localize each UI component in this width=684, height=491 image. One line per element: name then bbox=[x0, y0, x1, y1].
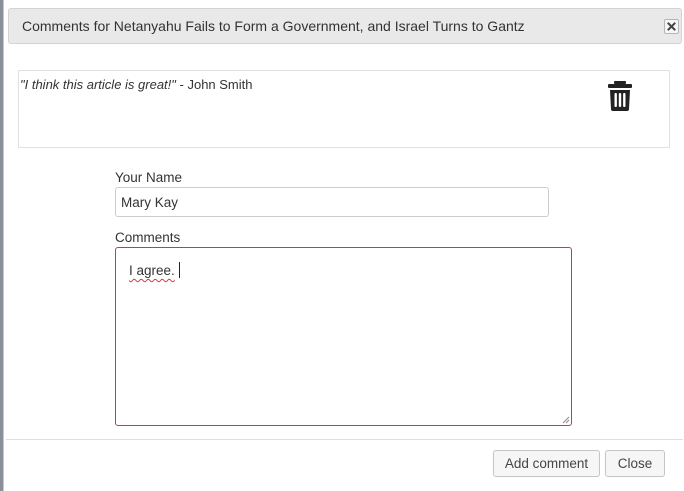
comments-dialog: Comments for Netanyahu Fails to Form a G… bbox=[3, 0, 684, 491]
comments-textarea-text: I agree. bbox=[129, 263, 175, 278]
dialog-title: Comments for Netanyahu Fails to Form a G… bbox=[22, 18, 525, 34]
comment-text: "I think this article is great!" - John … bbox=[20, 77, 253, 92]
add-comment-button[interactable]: Add comment bbox=[493, 450, 600, 477]
close-icon[interactable] bbox=[664, 19, 679, 34]
comment-quote: "I think this article is great!" bbox=[20, 77, 176, 92]
footer-divider bbox=[6, 439, 683, 440]
comment-author: - John Smith bbox=[175, 77, 253, 92]
name-label: Your Name bbox=[115, 170, 183, 185]
name-input[interactable] bbox=[115, 187, 549, 217]
dialog-titlebar[interactable]: Comments for Netanyahu Fails to Form a G… bbox=[8, 8, 682, 44]
trash-icon[interactable] bbox=[607, 81, 633, 111]
resize-grip-icon[interactable] bbox=[561, 415, 570, 424]
comments-textarea[interactable]: I agree. bbox=[115, 247, 572, 426]
close-button[interactable]: Close bbox=[605, 450, 665, 477]
text-caret bbox=[179, 262, 180, 278]
comment-item: "I think this article is great!" - John … bbox=[18, 70, 670, 148]
comments-label: Comments bbox=[115, 230, 181, 245]
